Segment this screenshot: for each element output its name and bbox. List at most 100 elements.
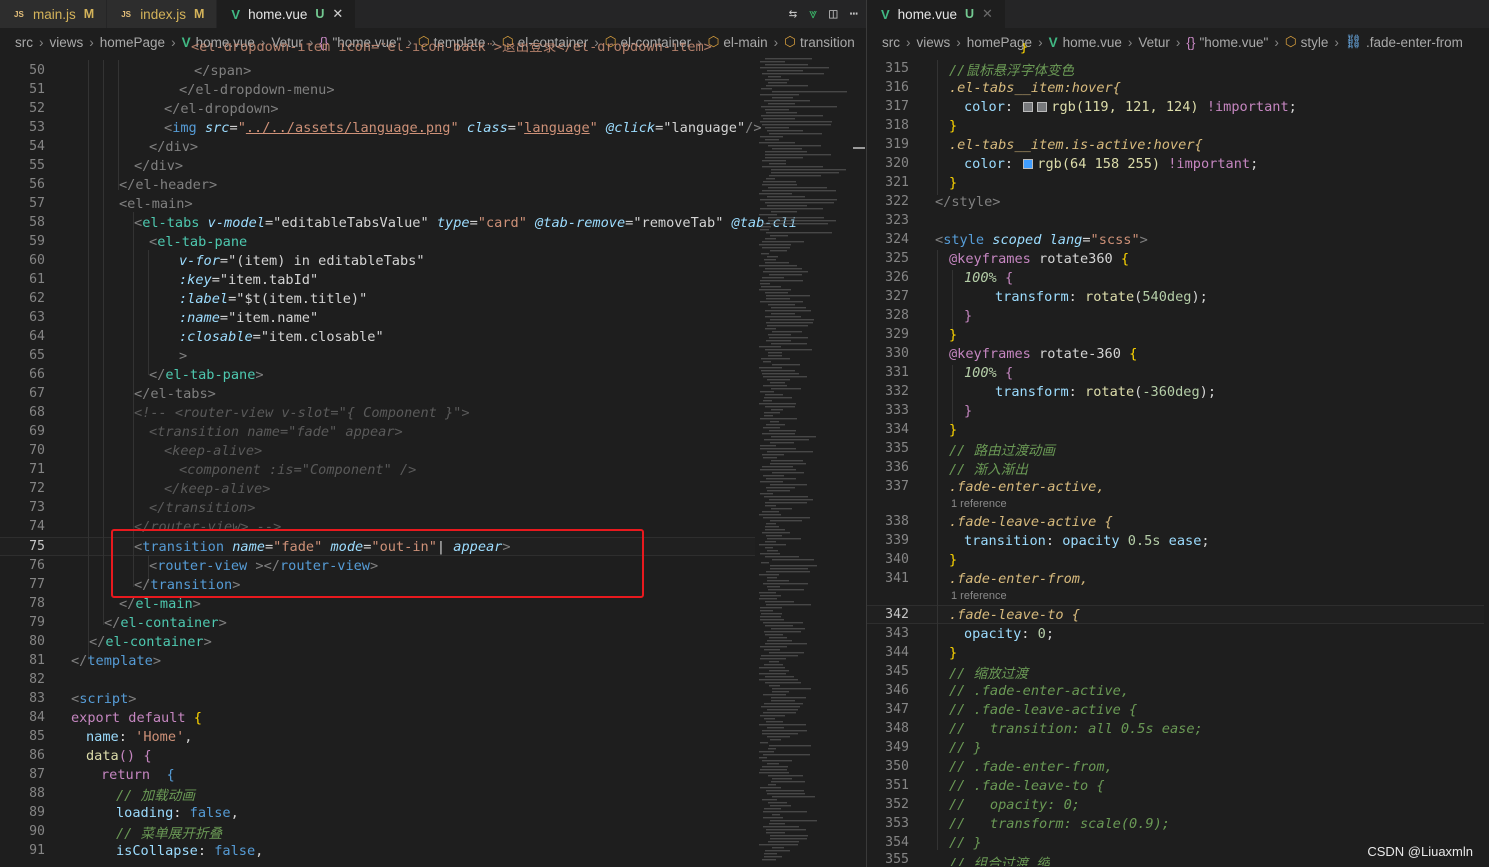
vue-file-icon: V: [1048, 34, 1058, 50]
code-text: </el-dropdown-menu>: [179, 81, 335, 98]
modified-badge: M: [193, 7, 205, 21]
code-text: (item) in editableTabs: [236, 252, 417, 269]
tab-home-vue[interactable]: V home.vue U ✕: [217, 0, 357, 28]
code-text: </el-header>: [119, 176, 218, 193]
code-text: .fade-leave-active {: [949, 513, 1113, 530]
modified-badge: M: [83, 7, 95, 21]
compare-changes-icon[interactable]: ⇆: [789, 6, 797, 22]
code-comment: // 加载动画: [116, 787, 195, 804]
code-text: 540deg: [1142, 288, 1192, 305]
code-comment: </keep-alive>: [164, 480, 271, 497]
code-text: removeTab: [641, 214, 716, 231]
vue-file-icon: V: [881, 6, 890, 22]
tab-label: index.js: [140, 6, 186, 22]
color-swatch[interactable]: [1037, 101, 1048, 112]
minimap-preview: [759, 58, 847, 861]
code-text: </style>: [935, 193, 1001, 210]
code-comment: // transform: scale(0.9);: [949, 815, 1170, 832]
left-editor-pane: JS main.js M JS index.js M V home.vue U …: [0, 0, 866, 867]
code-comment: // 渐入渐出: [949, 461, 1028, 478]
code-text: scss: [1098, 231, 1132, 248]
code-comment: // opacity: 0;: [949, 796, 1080, 813]
element-icon: ⬡: [784, 34, 796, 49]
code-text: rotate360: [1039, 250, 1113, 267]
code-text: </el-tabs>: [134, 385, 216, 402]
code-text[interactable]: ../../assets/language.png: [246, 120, 451, 136]
code-text: .el-tabs__item:hover{: [949, 79, 1121, 96]
split-editor-icon[interactable]: ◫: [829, 6, 837, 22]
code-text: item.tabId: [228, 271, 310, 288]
code-text: .el-tabs__item.is-active:hover{: [949, 136, 1203, 153]
tab-label: home.vue: [897, 6, 957, 22]
code-comment: <transition name="fade" appear>: [149, 423, 403, 440]
watermark: CSDN @Liuaxmln: [1367, 844, 1473, 859]
codelens-reference[interactable]: 1 reference: [951, 590, 1007, 602]
code-comment: // .fade-enter-active,: [949, 682, 1130, 699]
left-tab-bar: JS main.js M JS index.js M V home.vue U …: [0, 0, 866, 28]
vue-file-icon: V: [231, 6, 241, 22]
code-comment: <!-- <router-view v-slot="{ Component }"…: [134, 404, 470, 421]
code-text: rgb(119, 121, 124): [1051, 98, 1199, 115]
color-swatch[interactable]: [1023, 158, 1034, 169]
code-comment: // 组合过渡 缩: [949, 856, 1050, 866]
code-text: </el-dropdown>: [164, 100, 279, 117]
code-text: -360deg: [1142, 383, 1200, 400]
code-text: </div>: [149, 138, 199, 155]
tab-home-vue[interactable]: V home.vue U ✕: [867, 0, 1006, 28]
close-icon[interactable]: ✕: [982, 6, 993, 22]
code-text: editableTabsValue: [281, 214, 421, 231]
untracked-badge: U: [964, 7, 974, 21]
code-comment: // 缩放过渡: [949, 665, 1028, 682]
code-text: rotate-360: [1039, 345, 1121, 362]
minimap[interactable]: [757, 56, 866, 867]
code-text: </div>: [134, 157, 184, 174]
breadcrumb-item[interactable]: Vetur: [1138, 35, 1170, 50]
code-comment: // transition: all 0.5s ease;: [949, 720, 1203, 737]
code-text: $t(item.title): [244, 290, 360, 307]
tab-label: home.vue: [248, 6, 308, 22]
code-text: .fade-enter-active,: [949, 478, 1105, 495]
close-icon[interactable]: ✕: [332, 6, 343, 22]
editor-actions: ⇆ ⩔ ◫ ⋯: [789, 0, 858, 28]
codelens-reference[interactable]: 1 reference: [951, 498, 1007, 510]
breadcrumb-item[interactable]: "home.vue": [1199, 35, 1268, 50]
js-file-icon: JS: [121, 9, 131, 19]
code-text: rgb(64 158 255): [1037, 155, 1161, 172]
untracked-badge: U: [315, 7, 325, 21]
breadcrumb-item[interactable]: home.vue: [1063, 35, 1122, 50]
code-text: Home: [143, 728, 177, 745]
code-comment: <keep-alive>: [164, 442, 263, 459]
code-comment: // 菜单展开折叠: [116, 825, 223, 842]
breadcrumb-item[interactable]: transition: [800, 35, 855, 50]
code-text: card: [485, 214, 519, 231]
breadcrumb-item[interactable]: style: [1301, 35, 1329, 50]
code-text: <el-main>: [119, 195, 193, 212]
code-comment: // }: [949, 834, 982, 851]
code-comment: // 路由过渡动画: [949, 442, 1056, 459]
code-comment: // .fade-leave-active {: [949, 701, 1138, 718]
breadcrumb-item[interactable]: el-main: [723, 35, 767, 50]
color-swatch[interactable]: [1023, 101, 1034, 112]
element-icon: ⬡: [1284, 34, 1297, 49]
code-text: item.name: [236, 309, 310, 326]
tab-label: main.js: [33, 6, 76, 22]
tab-index-js[interactable]: JS index.js M: [107, 0, 218, 28]
more-actions-icon[interactable]: ⋯: [850, 6, 858, 22]
vertical-scrollbar[interactable]: [853, 56, 865, 867]
code-text: language: [524, 119, 590, 136]
vue-preview-icon[interactable]: ⩔: [809, 6, 817, 22]
selector-icon: ⛓: [1344, 34, 1363, 49]
js-file-icon: JS: [14, 9, 24, 19]
code-comment: // .fade-enter-from,: [949, 758, 1113, 775]
code-comment: <component :is="Component" />: [179, 461, 417, 478]
code-text: .fade-enter-from,: [949, 570, 1089, 587]
code-text: item.closable: [269, 328, 376, 345]
code-text: 0.5s: [1127, 532, 1161, 549]
code-text: language: [671, 119, 737, 136]
code-text: .fade-leave-to {: [949, 606, 1080, 623]
code-comment: //鼠标悬浮字体变色: [949, 62, 1075, 79]
right-editor-pane: V home.vue U ✕ src › views › homePage › Vho…: [866, 0, 1489, 867]
breadcrumb-item[interactable]: .fade-enter-from: [1366, 35, 1463, 50]
code-text: <el-dropdown-item icon="el-icon-back">退出…: [191, 43, 712, 55]
tab-main-js[interactable]: JS main.js M: [0, 0, 108, 28]
